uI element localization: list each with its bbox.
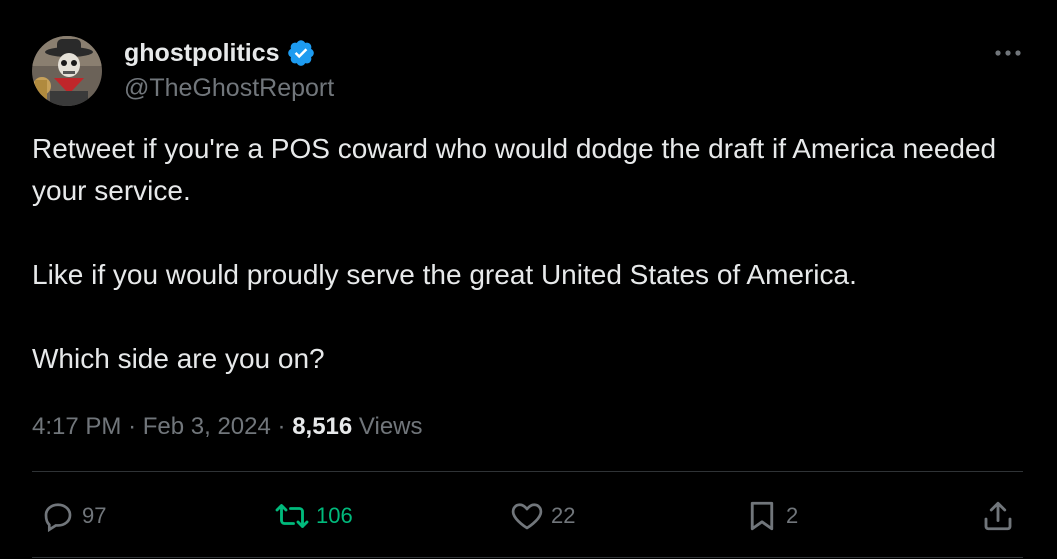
display-name-row: ghostpolitics xyxy=(124,38,316,68)
display-name[interactable]: ghostpolitics xyxy=(124,38,280,68)
retweet-button[interactable]: 106 xyxy=(274,496,353,536)
bottom-divider xyxy=(32,557,1023,558)
verified-badge-icon[interactable] xyxy=(286,38,316,68)
reply-count: 97 xyxy=(82,503,107,528)
retweet-icon xyxy=(275,504,309,528)
meta-separator: · xyxy=(128,413,143,440)
heart-icon xyxy=(511,503,543,530)
reply-icon xyxy=(44,503,72,533)
like-button[interactable]: 22 xyxy=(509,496,575,536)
tweet-time[interactable]: 4:17 PM xyxy=(32,413,121,440)
skeleton-cowboy-avatar-icon xyxy=(32,36,102,106)
tweet-paragraph: Retweet if you're a POS coward who would… xyxy=(32,133,997,206)
retweet-count: 106 xyxy=(316,503,353,528)
like-count: 22 xyxy=(551,503,576,528)
handle[interactable]: @TheGhostReport xyxy=(124,73,334,103)
bookmark-button[interactable]: 2 xyxy=(744,496,798,536)
tweet-meta: 4:17 PM · Feb 3, 2024 · 8,516 Views xyxy=(32,410,423,444)
tweet-paragraph: Which side are you on? xyxy=(32,343,325,374)
meta-separator: · xyxy=(277,413,293,440)
avatar[interactable] xyxy=(32,36,102,106)
share-button[interactable] xyxy=(980,496,1016,536)
views-label: Views xyxy=(358,413,423,440)
bookmark-count: 2 xyxy=(786,503,799,528)
tweet-paragraph: Like if you would proudly serve the grea… xyxy=(32,259,857,290)
bookmark-icon xyxy=(750,501,774,531)
reply-button[interactable]: 97 xyxy=(40,496,106,536)
divider xyxy=(32,471,1023,472)
share-icon xyxy=(984,501,1012,531)
tweet-card: ghostpolitics @TheGhostReport Retweet if… xyxy=(0,0,1057,559)
tweet-date[interactable]: Feb 3, 2024 xyxy=(143,413,271,440)
more-options-icon[interactable] xyxy=(990,38,1026,68)
views-count: 8,516 xyxy=(292,413,353,440)
tweet-text: Retweet if you're a POS coward who would… xyxy=(32,128,1022,380)
